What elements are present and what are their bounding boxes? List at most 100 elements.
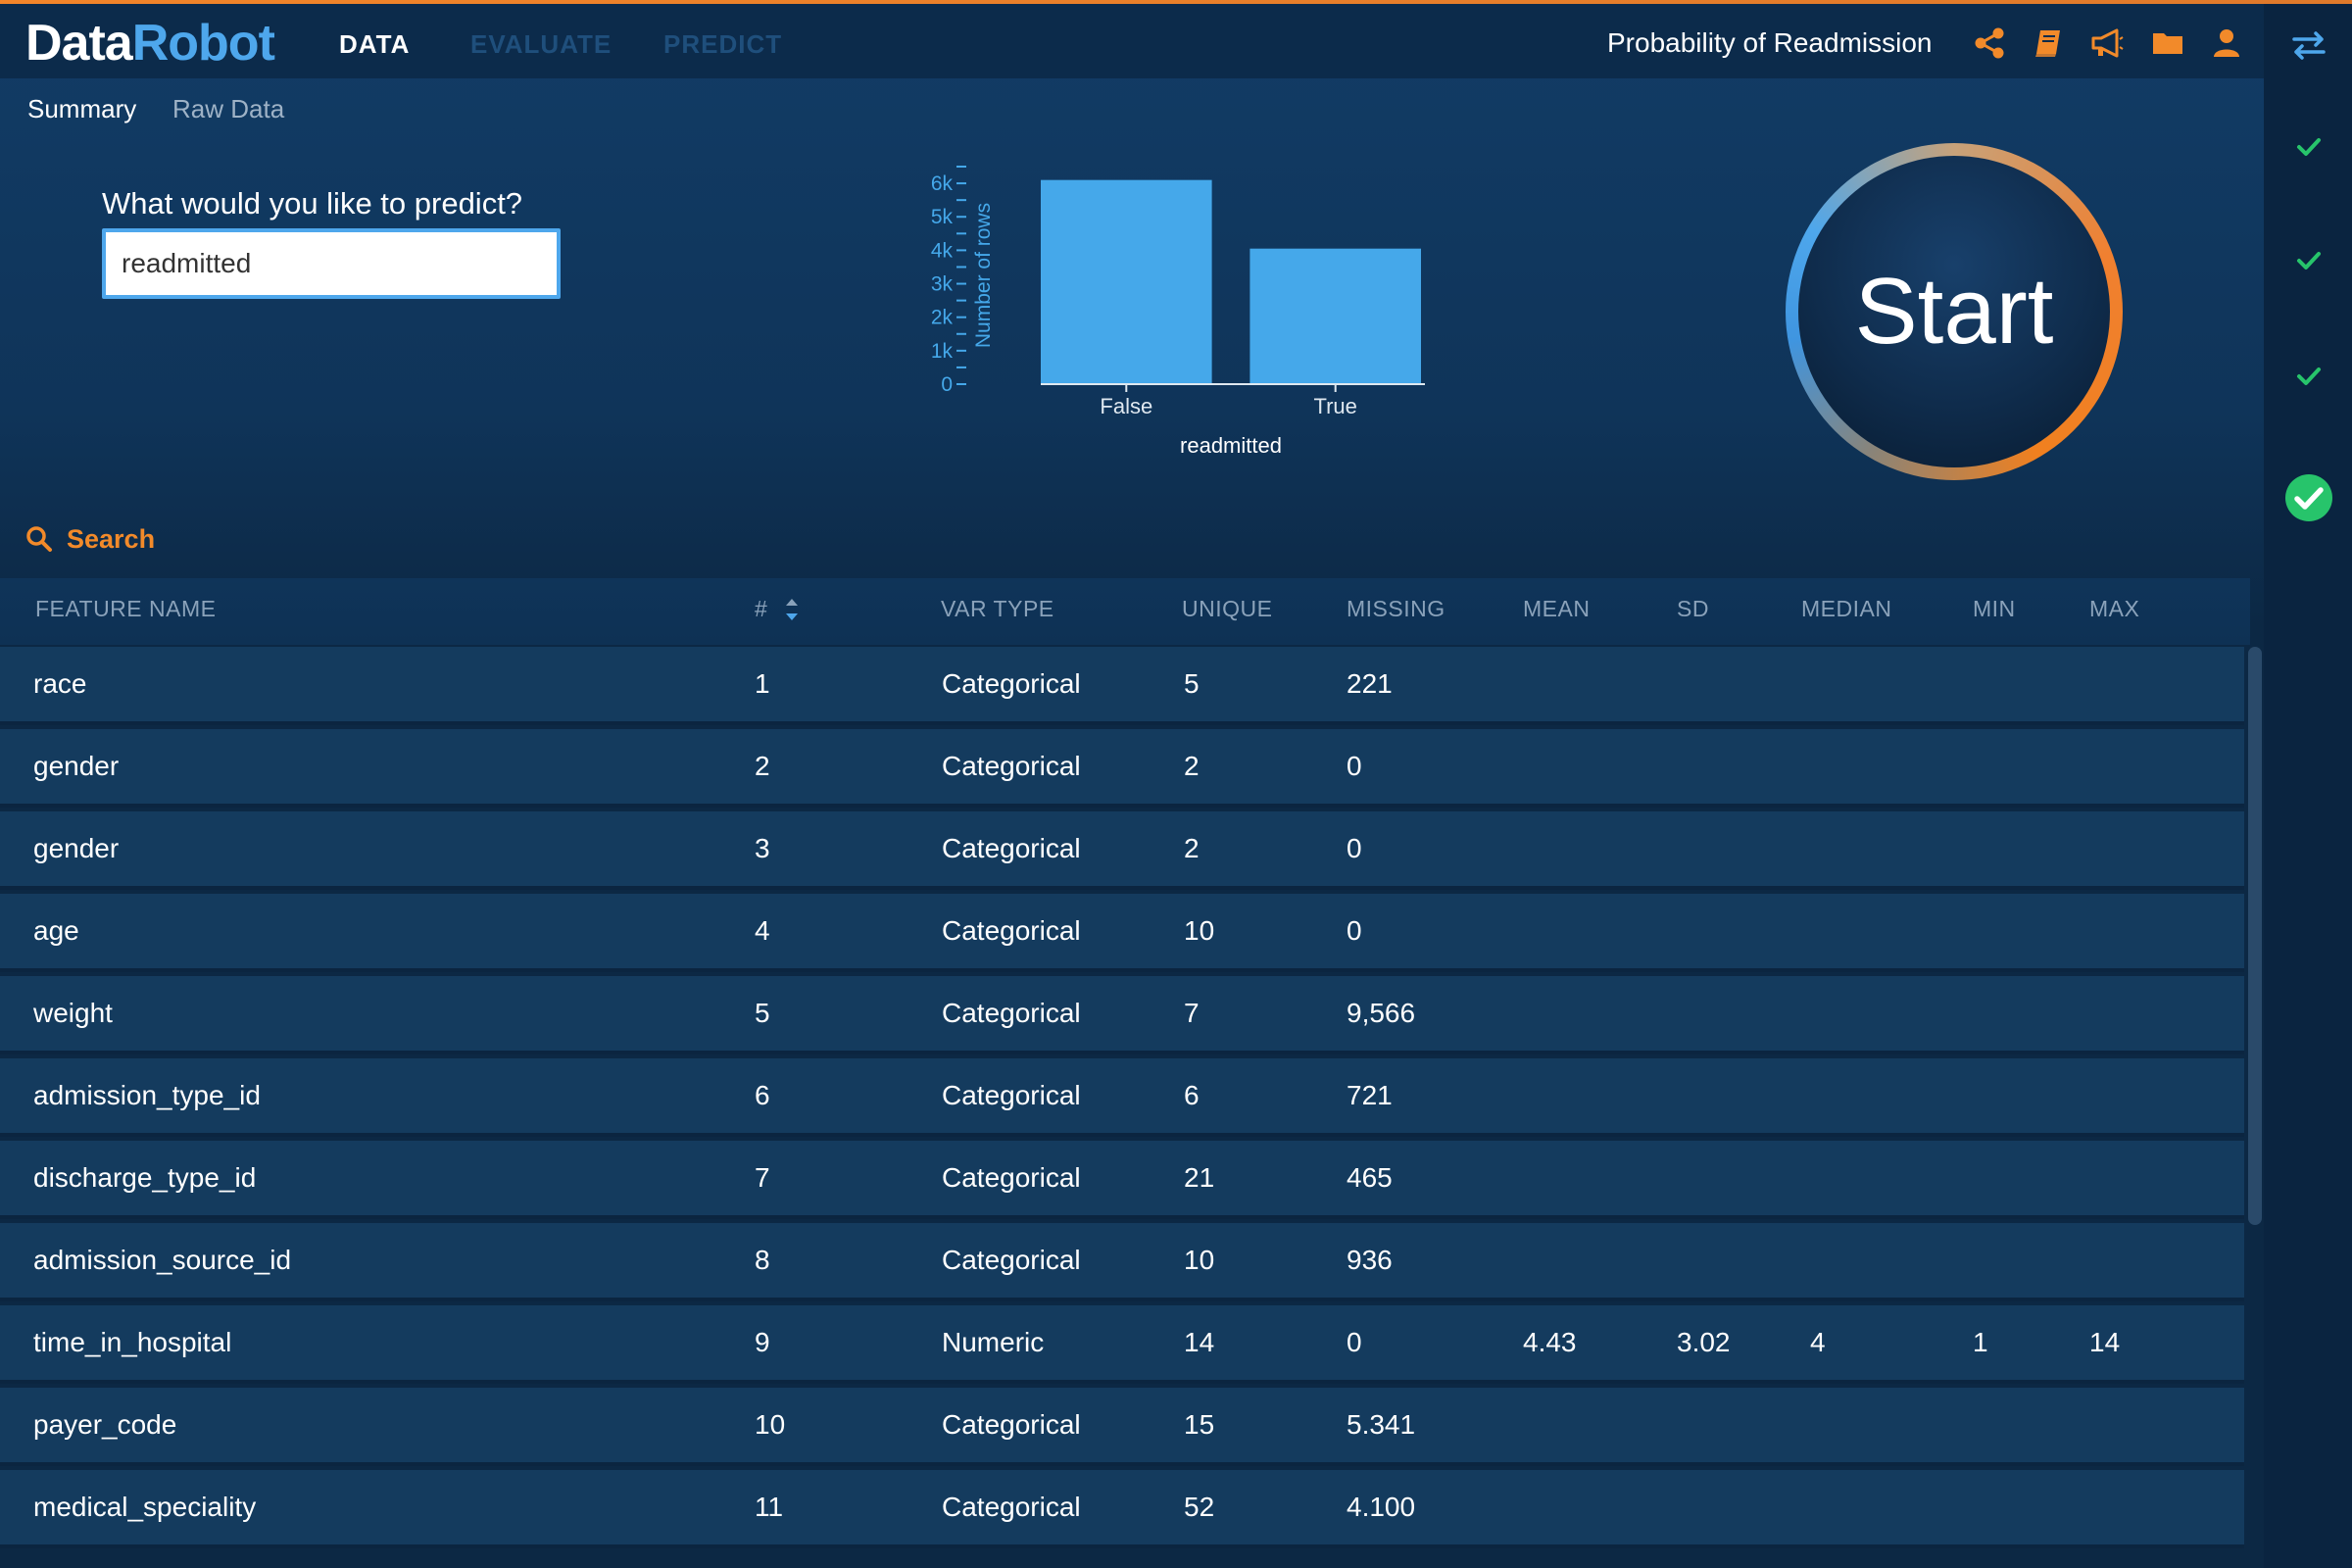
cell-median: 4 xyxy=(1810,1327,1826,1357)
y-tick-label: 6k xyxy=(931,172,954,195)
cell-var-type: Categorical xyxy=(942,751,1081,781)
table-row[interactable]: gender 2 Categorical 2 0 xyxy=(0,729,2244,808)
folder-icon[interactable] xyxy=(2150,25,2185,61)
column-header-sd[interactable]: SD xyxy=(1677,596,1709,622)
table-scrollbar[interactable] xyxy=(2248,647,2262,1225)
share-icon[interactable] xyxy=(1972,25,2007,61)
cell-max: 14 xyxy=(2089,1327,2121,1357)
cell-index: 9 xyxy=(755,1327,770,1357)
cell-unique: 14 xyxy=(1184,1327,1215,1357)
cell-unique: 2 xyxy=(1184,751,1200,781)
cell-missing: 4.100 xyxy=(1347,1492,1416,1522)
cell-var-type: Categorical xyxy=(942,1492,1081,1522)
tab-summary[interactable]: Summary xyxy=(27,94,136,124)
search-button[interactable]: Search xyxy=(25,519,155,559)
cell-min: 1 xyxy=(1973,1327,1988,1357)
cell-feature-name: gender xyxy=(33,751,120,781)
table-row[interactable]: time_in_hospital 9 Numeric 14 0 4.43 3.0… xyxy=(0,1305,2244,1384)
cell-unique: 21 xyxy=(1184,1162,1215,1193)
cell-feature-name: medical_speciality xyxy=(33,1492,257,1522)
table-row[interactable]: gender 3 Categorical 2 0 xyxy=(0,811,2244,890)
column-header-max[interactable]: MAX xyxy=(2089,596,2139,622)
column-header-var-type[interactable]: VAR TYPE xyxy=(941,596,1054,622)
cell-feature-name: weight xyxy=(33,998,113,1028)
user-icon[interactable] xyxy=(2209,25,2244,61)
cell-var-type: Categorical xyxy=(942,1162,1081,1193)
cell-missing: 0 xyxy=(1347,833,1362,863)
cell-unique: 6 xyxy=(1184,1080,1200,1110)
column-header-index[interactable]: # xyxy=(755,596,767,622)
cell-missing: 5.341 xyxy=(1347,1409,1416,1440)
megaphone-icon[interactable] xyxy=(2089,25,2125,61)
nav-tab-predict[interactable]: PREDICT xyxy=(663,29,782,60)
cell-missing: 0 xyxy=(1347,751,1362,781)
table-row[interactable]: discharge_type_id 7 Categorical 21 465 xyxy=(0,1141,2244,1219)
top-navigation-bar: DataRobot DATA EVALUATE PREDICT Probabil… xyxy=(0,4,2264,78)
cell-feature-name: discharge_type_id xyxy=(33,1162,257,1193)
table-row[interactable]: weight 5 Categorical 7 9,566 xyxy=(0,976,2244,1054)
cell-var-type: Categorical xyxy=(942,998,1081,1028)
cell-feature-name: admission_source_id xyxy=(33,1245,292,1275)
cell-index: 2 xyxy=(755,751,770,781)
column-header-unique[interactable]: UNIQUE xyxy=(1182,596,1272,622)
cell-index: 3 xyxy=(755,833,770,863)
cell-var-type: Numeric xyxy=(942,1327,1045,1357)
search-icon xyxy=(26,526,52,552)
cell-feature-name: payer_code xyxy=(33,1409,177,1440)
sort-icon[interactable] xyxy=(784,594,800,625)
cell-var-type: Categorical xyxy=(942,1409,1081,1440)
table-row[interactable]: age 4 Categorical 10 0 xyxy=(0,894,2244,972)
column-header-min[interactable]: MIN xyxy=(1973,596,2016,622)
cell-missing: 465 xyxy=(1347,1162,1393,1193)
x-axis-title: readmitted xyxy=(1180,433,1282,458)
cell-missing: 0 xyxy=(1347,915,1362,946)
y-tick-label: 2k xyxy=(931,307,954,329)
cell-var-type: Categorical xyxy=(942,833,1081,863)
app-window: DataRobot DATA EVALUATE PREDICT Probabil… xyxy=(0,0,2352,1568)
cell-unique: 10 xyxy=(1184,915,1215,946)
x-tick-label: True xyxy=(1313,394,1356,418)
y-tick-label: 1k xyxy=(931,340,954,363)
cell-missing: 0 xyxy=(1347,1327,1362,1357)
tab-raw-data[interactable]: Raw Data xyxy=(172,94,284,124)
cell-feature-name: time_in_hospital xyxy=(33,1327,232,1357)
column-header-feature-name[interactable]: FEATURE NAME xyxy=(35,596,216,622)
cell-sd: 3.02 xyxy=(1677,1327,1731,1357)
nav-tab-evaluate[interactable]: EVALUATE xyxy=(470,29,612,60)
cell-mean: 4.43 xyxy=(1523,1327,1577,1357)
column-header-mean[interactable]: MEAN xyxy=(1523,596,1590,622)
table-row[interactable]: medical_speciality 11 Categorical 52 4.1… xyxy=(0,1470,2244,1548)
column-header-median[interactable]: MEDIAN xyxy=(1801,596,1891,622)
table-row[interactable]: admission_source_id 8 Categorical 10 936 xyxy=(0,1223,2244,1301)
cell-unique: 2 xyxy=(1184,833,1200,863)
project-title[interactable]: Probability of Readmission xyxy=(1607,27,1933,59)
table-row[interactable]: race 1 Categorical 5 221 xyxy=(0,647,2244,725)
start-button-label: Start xyxy=(1798,156,2110,467)
nav-tab-data[interactable]: DATA xyxy=(339,29,410,60)
cell-feature-name: gender xyxy=(33,833,120,863)
cell-index: 4 xyxy=(755,915,770,946)
cell-index: 6 xyxy=(755,1080,770,1110)
swap-arrows-icon[interactable] xyxy=(2289,25,2328,65)
x-tick-label: False xyxy=(1100,394,1152,418)
target-distribution-chart: 0 1k 2k 3k 4k 5k 6k Number of rows False True read… xyxy=(931,166,1425,458)
table-row[interactable]: admission_type_id 6 Categorical 6 721 xyxy=(0,1058,2244,1137)
cell-unique: 15 xyxy=(1184,1409,1215,1440)
column-header-missing[interactable]: MISSING xyxy=(1347,596,1446,622)
table-row[interactable]: payer_code 10 Categorical 15 5.341 xyxy=(0,1388,2244,1466)
cell-feature-name: age xyxy=(33,915,79,946)
datarobot-logo[interactable]: DataRobot xyxy=(25,14,275,73)
feature-table-body: race 1 Categorical 5 221 gender 2 Catego… xyxy=(0,645,2244,1568)
cell-index: 10 xyxy=(755,1409,786,1440)
predict-target-label: What would you like to predict? xyxy=(102,186,523,220)
cell-unique: 5 xyxy=(1184,668,1200,699)
bar-false xyxy=(1041,179,1212,384)
book-icon[interactable] xyxy=(2031,25,2066,61)
predict-target-input[interactable] xyxy=(102,228,561,299)
y-axis-title: Number of rows xyxy=(972,203,995,348)
cell-index: 5 xyxy=(755,998,770,1028)
cell-missing: 221 xyxy=(1347,668,1393,699)
bar-true xyxy=(1250,248,1421,384)
start-button[interactable]: Start xyxy=(1786,143,2123,480)
logo-text-part1: Data xyxy=(25,15,133,72)
